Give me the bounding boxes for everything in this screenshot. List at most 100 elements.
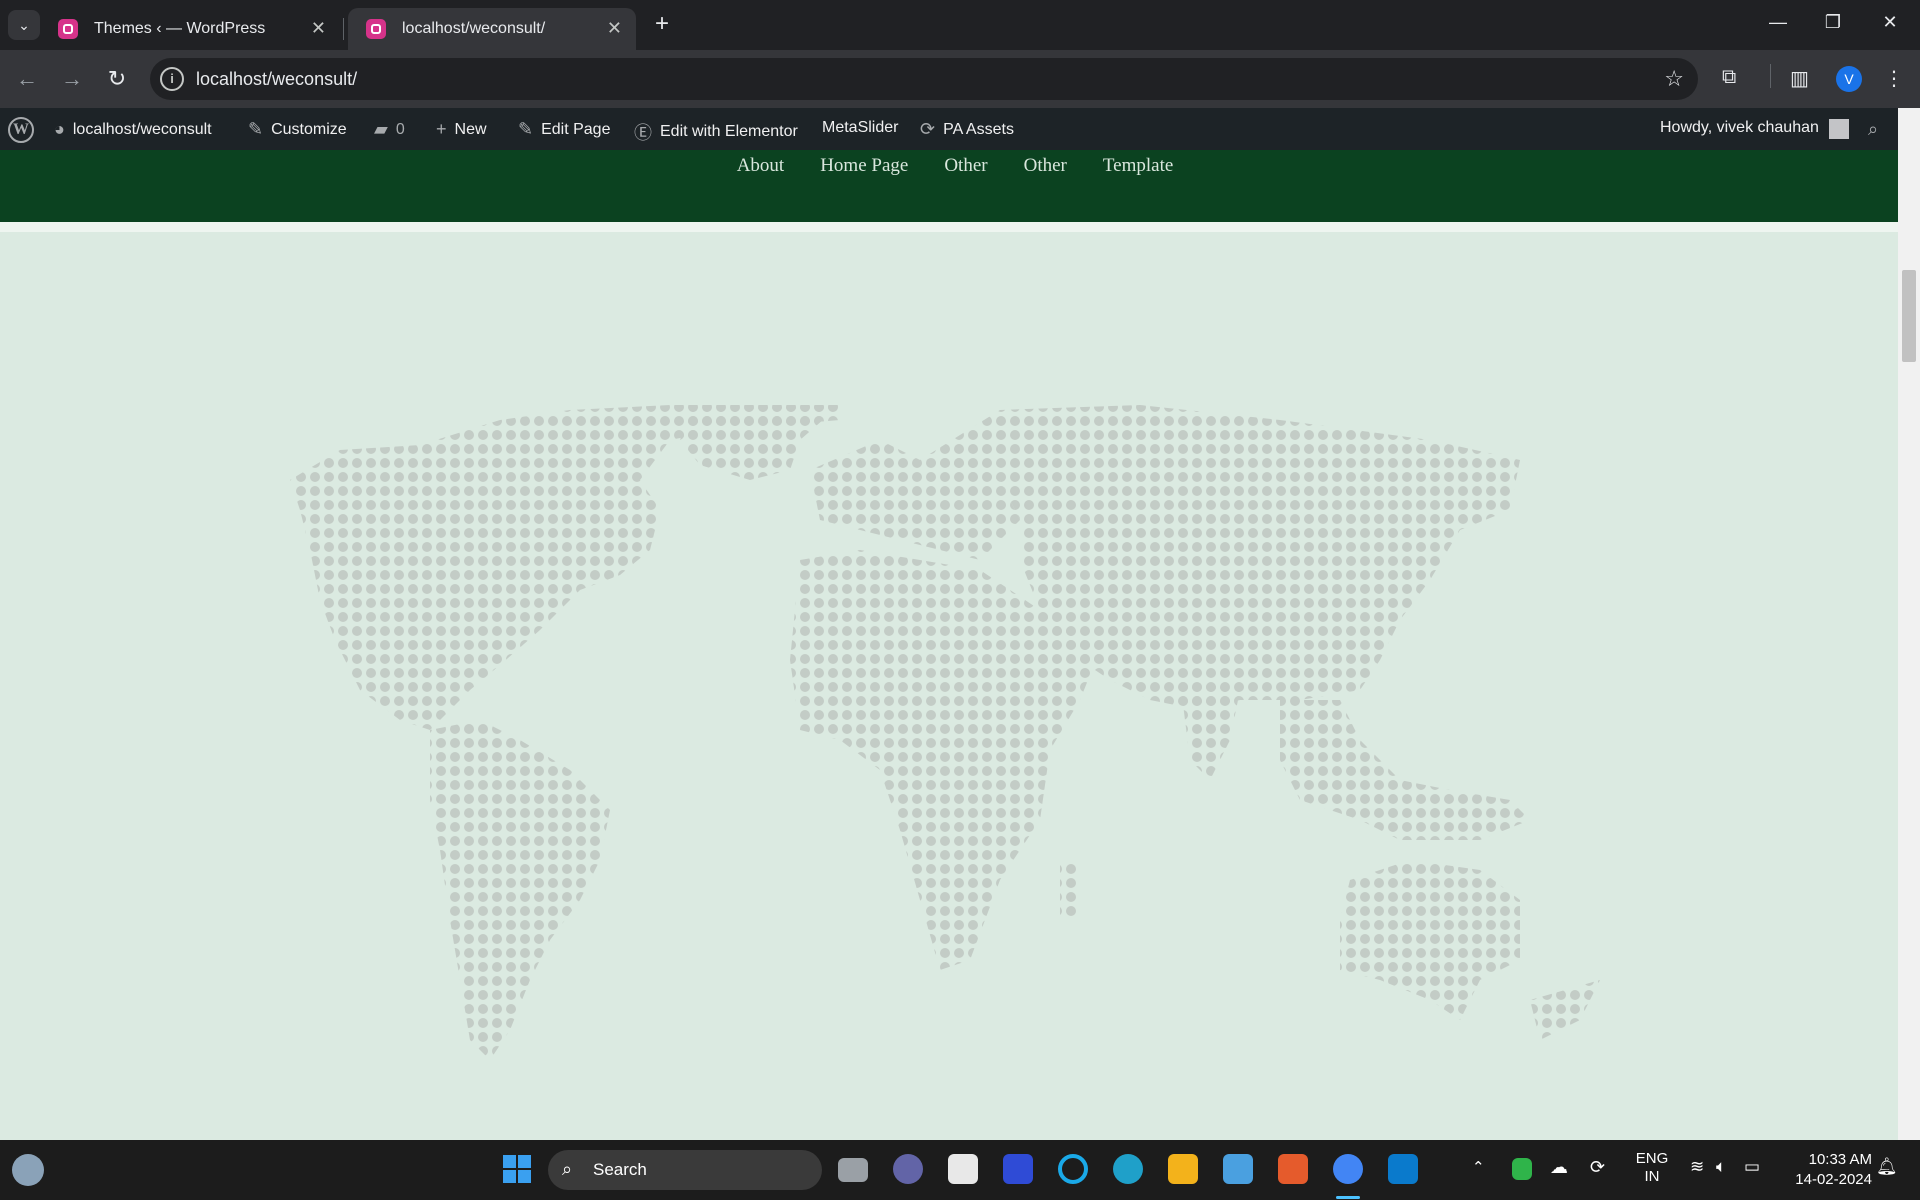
australia [1340, 860, 1520, 1020]
wordpress-favicon-icon [366, 19, 386, 39]
language-code: ENG [1635, 1150, 1669, 1167]
site-name-link[interactable]: ◕ localhost/weconsult [54, 119, 212, 140]
madagascar [1060, 860, 1080, 920]
browser-menu-icon[interactable]: ⋮ [1884, 66, 1904, 91]
metaslider-label: MetaSlider [822, 119, 899, 136]
dotted-world-map [280, 400, 1620, 1080]
nav-template[interactable]: Template [1091, 155, 1173, 177]
minimize-icon[interactable]: — [1758, 12, 1798, 33]
edit-page-link[interactable]: ✎ Edit Page [518, 119, 610, 140]
main-navigation: About Home Page Other Other Template [0, 155, 1898, 177]
nav-about[interactable]: About [725, 155, 785, 177]
world-map-image [290, 405, 1600, 1060]
show-hidden-icons-icon[interactable]: ⌃ [1472, 1158, 1485, 1176]
wordpress-logo-icon[interactable]: W [8, 117, 34, 143]
language-indicator[interactable]: ENG IN [1632, 1150, 1672, 1186]
reload-icon[interactable]: ↻ [102, 66, 132, 92]
ubuntu-icon[interactable] [1278, 1154, 1308, 1184]
notepad-icon[interactable] [1223, 1154, 1253, 1184]
customize-label: Customize [271, 120, 347, 138]
edit-elementor-label: Edit with Elementor [660, 123, 798, 140]
tab-themes[interactable]: Themes ‹ — WordPress ✕ [40, 8, 340, 50]
toolbar-divider [1770, 64, 1771, 88]
tab-title: localhost/weconsult/ [402, 20, 546, 37]
page-scrollbar[interactable] [1898, 108, 1920, 1140]
comments-link[interactable]: ▰ 0 [374, 119, 405, 140]
user-avatar[interactable] [1829, 119, 1849, 139]
header-divider [0, 222, 1898, 232]
howdy-label: Howdy, vivek chauhan [1660, 119, 1819, 136]
site-name-label: localhost/weconsult [72, 120, 212, 138]
elementor-icon: Ⓔ [634, 123, 652, 143]
task-view-icon[interactable] [838, 1158, 868, 1182]
bookmark-star-icon[interactable]: ☆ [1664, 66, 1684, 92]
metaslider-link[interactable]: MetaSlider [822, 119, 898, 137]
wifi-icon[interactable]: ≋ [1690, 1157, 1704, 1177]
wp-admin-bar: W ◕ localhost/weconsult ✎ Customize ▰ 0 + Ne… [0, 108, 1920, 150]
region-code: IN [1644, 1168, 1660, 1185]
southeast-asia [1280, 700, 1530, 840]
nav-other-2[interactable]: Other [1012, 155, 1067, 177]
forward-icon[interactable]: → [57, 66, 87, 92]
app-icon[interactable] [1003, 1154, 1033, 1184]
admin-search-icon[interactable]: ⌕ [1868, 119, 1878, 140]
battery-icon[interactable]: ▭ [1744, 1157, 1760, 1177]
howdy-user-link[interactable]: Howdy, vivek chauhan [1660, 119, 1819, 137]
new-zealand [1530, 980, 1600, 1040]
sync-icon[interactable]: ⟳ [1590, 1157, 1605, 1178]
wordpress-favicon-icon [58, 19, 78, 39]
volume-icon[interactable]: 🔈︎ [1716, 1157, 1726, 1177]
chat-icon[interactable] [893, 1154, 923, 1184]
onedrive-icon[interactable]: ☁ [1550, 1157, 1568, 1178]
pencil-icon: ✎ [518, 119, 534, 139]
tray-app-icon[interactable] [1512, 1158, 1532, 1180]
tab-divider [343, 18, 344, 40]
store-icon[interactable] [948, 1154, 978, 1184]
windows-start-icon[interactable] [502, 1154, 532, 1184]
taskbar-search-label: Search [593, 1160, 647, 1179]
dashboard-icon: ◕ [54, 119, 65, 139]
taskbar-search[interactable]: ⌕ Search [548, 1150, 822, 1190]
extensions-icon[interactable]: ⧉ [1722, 66, 1736, 89]
tab-search-chevron-icon[interactable]: ⌄ [8, 10, 40, 40]
refresh-icon: ⟳ [920, 119, 936, 139]
clock[interactable]: 10:33 AM 14-02-2024 [1782, 1150, 1872, 1190]
customize-link[interactable]: ✎ Customize [248, 119, 347, 140]
tab-title: Themes ‹ — WordPress [94, 20, 266, 37]
file-explorer-icon[interactable] [1168, 1154, 1198, 1184]
site-info-icon[interactable]: i [160, 67, 184, 91]
nav-other[interactable]: Other [932, 155, 987, 177]
new-tab-button[interactable]: + [650, 10, 674, 38]
close-window-icon[interactable]: ✕ [1870, 12, 1910, 33]
edit-page-label: Edit Page [541, 120, 611, 138]
address-bar[interactable]: i localhost/weconsult/ ☆ [150, 58, 1698, 100]
url-text[interactable]: localhost/weconsult/ [196, 69, 357, 90]
close-tab-icon[interactable]: ✕ [311, 18, 326, 39]
south-america [430, 720, 610, 1060]
close-tab-icon[interactable]: ✕ [607, 18, 622, 39]
browser-tab-strip: ⌄ Themes ‹ — WordPress ✕ localhost/wecon… [0, 0, 1920, 50]
restore-icon[interactable]: ❐ [1813, 12, 1853, 33]
pa-assets-link[interactable]: ⟳ PA Assets [920, 119, 1014, 140]
chrome-icon[interactable] [1333, 1154, 1363, 1184]
plus-icon: + [436, 119, 447, 139]
side-panel-icon[interactable]: ▥ [1790, 66, 1809, 91]
edge-icon[interactable] [1113, 1154, 1143, 1184]
map-continents [290, 405, 1600, 1060]
new-content-link[interactable]: + New [436, 119, 487, 140]
weather-icon[interactable] [12, 1154, 44, 1186]
back-icon[interactable]: ← [12, 66, 42, 92]
vscode-icon[interactable] [1388, 1154, 1418, 1184]
clock-date: 14-02-2024 [1795, 1171, 1872, 1188]
windows-taskbar: ⌕ Search ⌃ ☁ ⟳ ENG IN ≋ 🔈︎ ▭ 10:33 AM 14… [0, 1140, 1920, 1200]
nav-home-page[interactable]: Home Page [808, 155, 908, 177]
new-label: New [454, 120, 487, 138]
clock-time: 10:33 AM [1808, 1151, 1872, 1168]
edit-elementor-link[interactable]: Ⓔ Edit with Elementor [634, 119, 798, 145]
comments-count: 0 [395, 120, 405, 138]
scrollbar-thumb[interactable] [1902, 270, 1916, 362]
tab-localhost[interactable]: localhost/weconsult/ ✕ [348, 8, 636, 50]
profile-avatar[interactable]: V [1836, 66, 1862, 92]
cortana-icon[interactable] [1058, 1154, 1088, 1184]
notification-bell-icon[interactable]: 🔔︎ [1876, 1157, 1898, 1177]
